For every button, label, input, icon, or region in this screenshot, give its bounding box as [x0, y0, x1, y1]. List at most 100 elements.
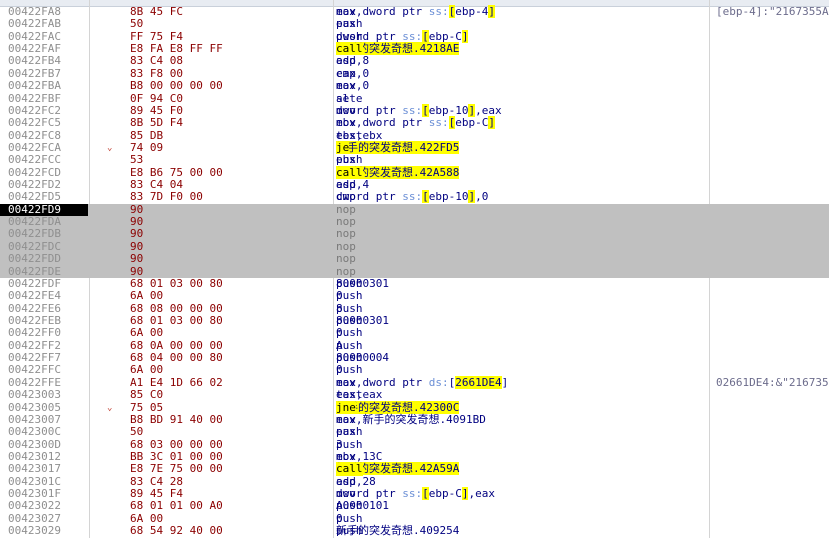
opcode-bytes: E8 7E 75 00 00: [130, 462, 223, 476]
mnemonic: nop: [336, 227, 356, 241]
comment: 02661DE4:&"2167355: [716, 375, 829, 389]
operand: ]: [461, 29, 469, 43]
instruction-text: push A0000101: [336, 500, 389, 513]
instruction-row[interactable]: 00422FFE A1 E4 1D 66 02 mov eax,dword ptr …: [0, 375, 829, 389]
operand: ,eax: [468, 487, 495, 501]
address: 00422FC5: [8, 116, 61, 130]
address: 00422FBA: [8, 79, 61, 93]
opcode-bytes: B8 BD 91 40 00: [130, 412, 223, 426]
instruction-row[interactable]: 00422FD5 83 7D F0 00 cmp dword ptr ss:[ebp…: [0, 190, 829, 204]
instruction-text: push ebx: [336, 153, 363, 166]
opcode-bytes: B8 00 00 00 00: [130, 79, 223, 93]
instruction-row[interactable]: 00422FCA ⌄ 74 09 je 新手的突发奇想.422FD5: [0, 140, 829, 155]
instruction-row[interactable]: 00422FCD E8 B6 75 00 00 call 新手的突发奇想.42A58…: [0, 165, 829, 180]
instruction-row[interactable]: 00422FDC 90 nop: [0, 240, 829, 254]
address: 00422FDD: [8, 252, 61, 266]
address: 00422FB4: [8, 54, 61, 68]
opcode-bytes: 53: [130, 153, 144, 167]
instruction-row[interactable]: 00422FDD 90 nop: [0, 252, 829, 266]
instruction-row[interactable]: 00422FF2 68 0A 00 00 00 push A: [0, 339, 829, 352]
opcode-bytes: 85 C0: [130, 388, 164, 402]
operand: ss:: [428, 116, 449, 130]
operand: ds:: [428, 375, 449, 389]
address: 00423017: [8, 462, 61, 476]
address: 00422FDB: [8, 227, 61, 241]
address: 0042300C: [8, 425, 61, 439]
operand: ss:: [428, 5, 449, 18]
operand: ebp-10: [428, 190, 469, 204]
instruction-row[interactable]: 00422FCC 53 push ebx: [0, 153, 829, 167]
operand: [: [422, 487, 429, 501]
opcode-bytes: 83 7D F0 00: [130, 190, 203, 204]
operand: [: [422, 29, 429, 43]
opcode-bytes: 50: [130, 17, 144, 31]
instruction-row[interactable]: 00422FE6 68 08 00 00 00 push 8: [0, 302, 829, 315]
instruction-text: cmp dword ptr ss:[ebp-10],0: [336, 190, 489, 204]
operand: ,0: [475, 190, 489, 204]
operand: [: [422, 103, 429, 117]
instruction-row[interactable]: 00422FB4 83 C4 08 add esp,8: [0, 54, 829, 68]
selected-instruction-row[interactable]: 00422FD9 90 nop: [0, 203, 829, 217]
opcode-bytes: 83 C4 08: [130, 54, 183, 68]
instruction-row[interactable]: 00422FE4 6A 00 push 0: [0, 289, 829, 303]
instruction-row[interactable]: 00423007 B8 BD 91 40 00 mov eax,新手的突发奇想.40…: [0, 412, 829, 426]
instruction-row[interactable]: 0042300C 50 push eax: [0, 425, 829, 439]
operand: 2661DE4: [455, 375, 502, 389]
instruction-row[interactable]: 00423003 85 C0 test eax,eax: [0, 388, 829, 402]
operand: ss:: [402, 190, 423, 204]
mnemonic: cmp: [336, 190, 356, 204]
instruction-row[interactable]: 00422FDB 90 nop: [0, 227, 829, 241]
instruction-row[interactable]: 00422FAF E8 FA E8 FF FF call 新手的突发奇想.4218A…: [0, 42, 829, 56]
instruction-row[interactable]: 00422FDF 68 01 03 00 80 push 80000301: [0, 277, 829, 290]
operand: eax,新手的突发奇想.4091BD: [336, 412, 486, 426]
operand: ebp-10: [428, 103, 469, 117]
opcode-bytes: 6A 00: [130, 363, 164, 377]
opcode-bytes: 6A 00: [130, 289, 164, 303]
operand: ebp-4: [455, 5, 489, 18]
operand: ss:: [402, 487, 423, 501]
mnemonic: test: [336, 388, 363, 402]
operand: ebp-C: [428, 29, 462, 43]
instruction-row[interactable]: 00422FA8 8B 45 FC mov eax,dword ptr ss:[eb…: [0, 5, 829, 18]
instruction-row[interactable]: 00423022 68 01 01 00 A0 push A0000101: [0, 499, 829, 513]
address: 00422FFC: [8, 363, 61, 377]
instruction-text: test eax,eax: [336, 388, 382, 402]
operand: ebp-C: [428, 487, 462, 501]
disassembly-view: 00422FA8 8B 45 FC mov eax,dword ptr ss:[eb…: [0, 0, 829, 538]
instruction-row[interactable]: 00422FBA B8 00 00 00 00 mov eax,0: [0, 79, 829, 93]
operand: ebp-C: [455, 116, 489, 130]
instruction-row[interactable]: 0042301F 89 45 F4 mov dword ptr ss:[ebp-C]…: [0, 487, 829, 501]
jump-arrow-icon: ⌄: [107, 142, 113, 153]
operand: ]: [488, 5, 495, 18]
comment: [ebp-4]:"2167355A": [716, 5, 829, 18]
address: 00422FAB: [8, 17, 61, 31]
instruction-row[interactable]: 00422FEB 68 01 03 00 80 push 80000301: [0, 314, 829, 327]
instruction-row[interactable]: 00422FC5 8B 5D F4 mov ebx,dword ptr ss:[eb…: [0, 116, 829, 130]
mnemonic: push: [336, 153, 363, 167]
instruction-row[interactable]: 00423029 68 54 92 40 00 push 新手的突发奇想.40925…: [0, 524, 829, 537]
operand: ]: [488, 116, 495, 130]
operand: ,eax: [475, 103, 502, 117]
instruction-row[interactable]: 00422FF0 6A 00 push 0: [0, 326, 829, 340]
instruction-row[interactable]: 0042300D 68 03 00 00 00 push 3: [0, 438, 829, 451]
operand: 新手的突发奇想.422FD5: [336, 140, 460, 154]
operand: [: [422, 190, 429, 204]
operand: ss:: [402, 103, 423, 117]
opcode-bytes: 50: [130, 425, 144, 439]
operand: ss:: [402, 29, 423, 43]
instruction-row[interactable]: 00422FF7 68 04 00 00 80 push 80000004: [0, 351, 829, 364]
instruction-row[interactable]: 00423017 E8 7E 75 00 00 call 新手的突发奇想.42A59…: [0, 462, 829, 476]
address: 00422FF0: [8, 326, 61, 340]
opcode-bytes: 68 01 01 00 A0: [130, 499, 223, 513]
instruction-row[interactable]: 00422FDA 90 nop: [0, 215, 829, 229]
mnemonic: nop: [336, 252, 356, 266]
jump-arrow-icon: ⌄: [107, 402, 113, 413]
instruction-row[interactable]: 00422FB7 83 F8 00 cmp eax,0: [0, 67, 829, 80]
operand: ]: [501, 375, 509, 389]
address: 00422FCC: [8, 153, 61, 167]
address: 00422FE4: [8, 289, 61, 303]
opcode-bytes: 90: [130, 252, 144, 266]
opcode-bytes: 6A 00: [130, 326, 164, 340]
opcode-bytes: 8B 5D F4: [130, 116, 183, 130]
instruction-row[interactable]: 00422FDE 90 nop: [0, 265, 829, 278]
